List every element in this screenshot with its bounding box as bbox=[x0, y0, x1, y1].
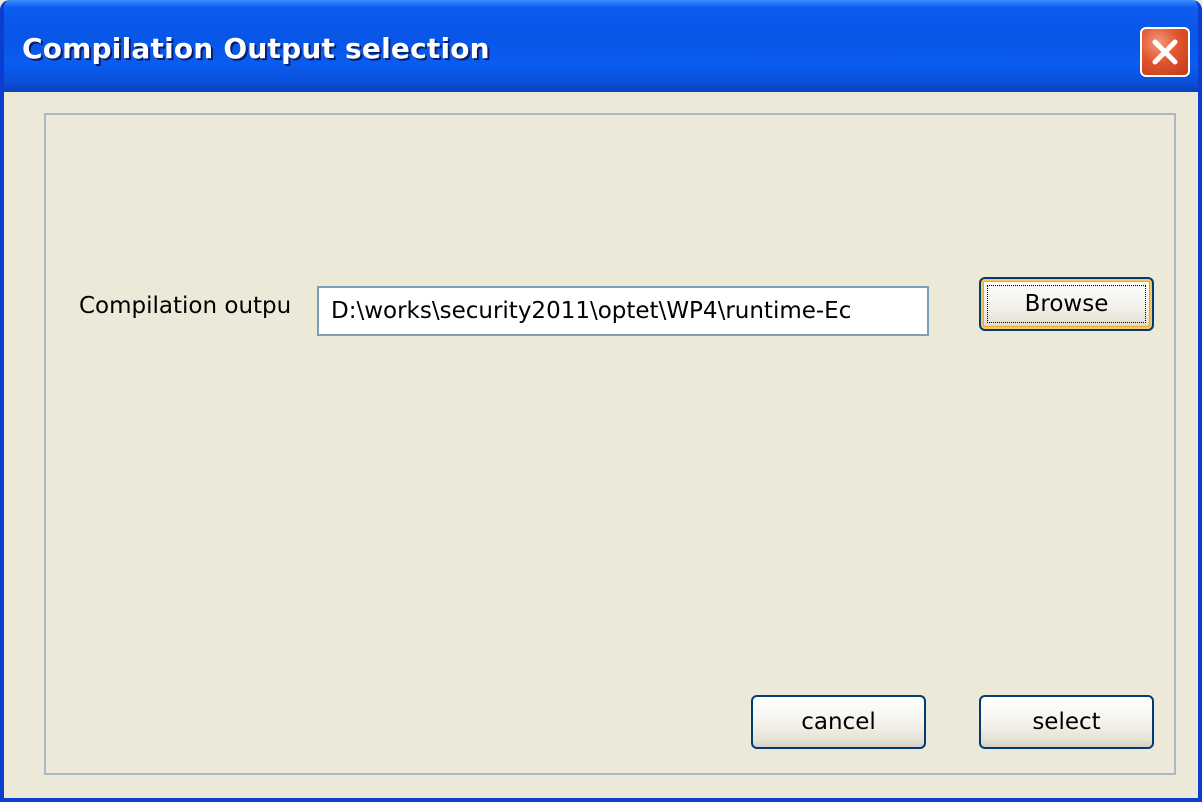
compilation-output-label: Compilation outpu bbox=[79, 293, 292, 319]
cancel-button[interactable]: cancel bbox=[751, 695, 926, 749]
title-bar[interactable]: Compilation Output selection bbox=[4, 0, 1198, 92]
browse-button[interactable]: Browse bbox=[979, 277, 1154, 331]
select-button[interactable]: select bbox=[979, 695, 1154, 749]
browse-button-label: Browse bbox=[1024, 291, 1109, 317]
compilation-output-field[interactable] bbox=[317, 286, 929, 336]
close-icon bbox=[1152, 39, 1178, 65]
dialog-window: Compilation Output selection Compilation… bbox=[0, 0, 1202, 802]
close-button[interactable] bbox=[1140, 27, 1190, 77]
content-panel: Compilation outpu Browse cancel select bbox=[44, 113, 1176, 775]
window-title: Compilation Output selection bbox=[22, 32, 490, 65]
